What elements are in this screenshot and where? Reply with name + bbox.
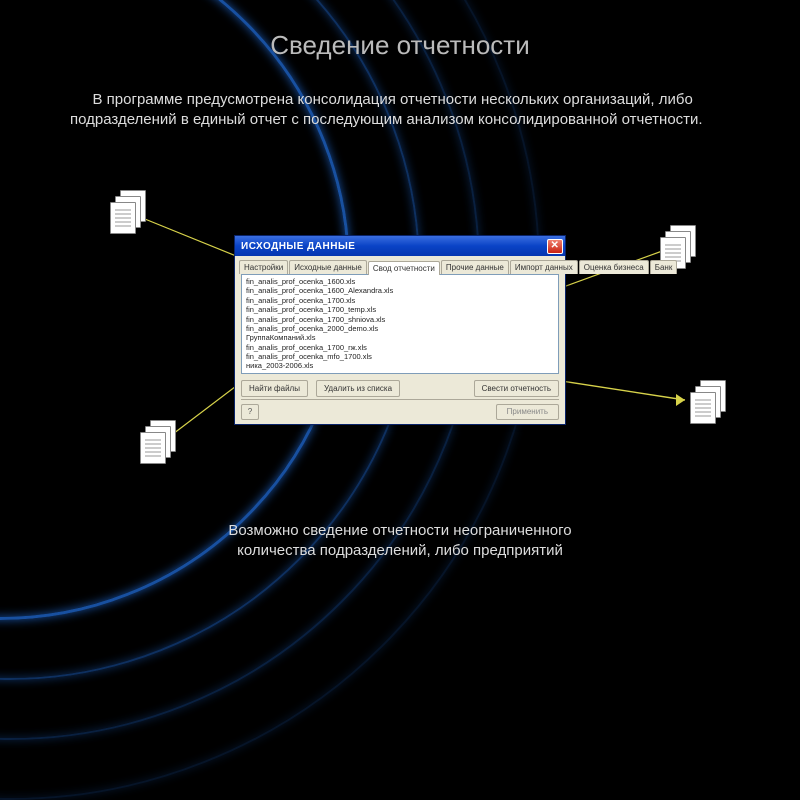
window-title: ИСХОДНЫЕ ДАННЫЕ: [241, 241, 355, 252]
documents-icon: [110, 190, 148, 234]
list-item[interactable]: fin_analis_prof_ocenka_1700_rж.xls: [246, 343, 554, 352]
list-item[interactable]: fin_analis_prof_ocenka_1700.xls: [246, 296, 554, 305]
list-item[interactable]: fin_analis_prof_ocenka_1600.xls: [246, 277, 554, 286]
titlebar: ИСХОДНЫЕ ДАННЫЕ ✕: [235, 236, 565, 256]
list-item[interactable]: fin_analis_prof_ocenka_1700_shniova.xls: [246, 315, 554, 324]
tab-import[interactable]: Импорт данных: [510, 260, 578, 274]
list-item[interactable]: fin_analis_prof_ocenka_1700_temp.xls: [246, 305, 554, 314]
close-icon[interactable]: ✕: [547, 239, 563, 254]
consolidate-button[interactable]: Свести отчетность: [474, 380, 559, 397]
tabs-row: Настройки Исходные данные Свод отчетност…: [235, 256, 565, 274]
list-item[interactable]: ГруппаКомпаний.xls: [246, 333, 554, 342]
button-row: Найти файлы Удалить из списка Свести отч…: [241, 380, 559, 397]
slide-description: В программе предусмотрена консолидация о…: [70, 90, 750, 131]
tab-consolidation[interactable]: Свод отчетности: [368, 261, 440, 275]
remove-from-list-button[interactable]: Удалить из списка: [316, 380, 400, 397]
list-item[interactable]: fin_analis_prof_ocenka_1600_Alexandra.xl…: [246, 286, 554, 295]
tab-settings[interactable]: Настройки: [239, 260, 288, 274]
footer-line: количества подразделений, либо предприят…: [0, 541, 800, 561]
documents-icon: [140, 420, 178, 464]
slide-footer: Возможно сведение отчетности неограничен…: [0, 521, 800, 560]
tab-bank[interactable]: Банк: [650, 260, 678, 274]
footer-line: Возможно сведение отчетности неограничен…: [0, 521, 800, 541]
tab-source-data[interactable]: Исходные данные: [289, 260, 367, 274]
list-item[interactable]: fin_analis_prof_ocenka_2000_demo.xls: [246, 324, 554, 333]
help-button[interactable]: ?: [241, 404, 259, 420]
apply-button[interactable]: Применить: [496, 404, 559, 420]
tab-other-data[interactable]: Прочие данные: [441, 260, 509, 274]
documents-icon: [690, 380, 728, 424]
dialog-window: ИСХОДНЫЕ ДАННЫЕ ✕ Настройки Исходные дан…: [234, 235, 566, 425]
list-item[interactable]: ника_2003-2006.xls: [246, 361, 554, 370]
file-list[interactable]: fin_analis_prof_ocenka_1600.xls fin_anal…: [241, 274, 559, 374]
list-item[interactable]: fin_analis_prof_ocenka_mfo_1700.xls: [246, 352, 554, 361]
tab-business-eval[interactable]: Оценка бизнеса: [579, 260, 649, 274]
slide-title: Сведение отчетности: [0, 30, 800, 61]
bottom-row: ? Применить: [241, 399, 559, 420]
find-files-button[interactable]: Найти файлы: [241, 380, 308, 397]
